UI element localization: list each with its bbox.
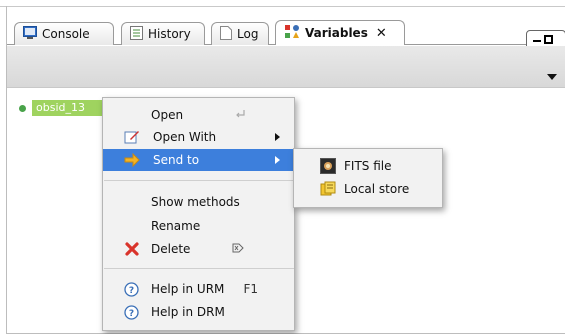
console-icon <box>23 26 37 42</box>
maximize-icon[interactable] <box>544 34 553 44</box>
open-with-icon <box>123 129 140 145</box>
submenu-item-label: Local store <box>344 182 410 196</box>
tab-variables-label: Variables <box>305 26 368 40</box>
menu-item-label: Open <box>151 108 184 122</box>
tab-strip: Console History Log Variables ✕ <box>7 20 565 45</box>
variables-icon <box>284 24 300 43</box>
menu-item-open-with[interactable]: Open With <box>103 126 294 148</box>
menu-item-label: Help in DRM <box>151 305 225 319</box>
menu-item-label: Open With <box>153 130 217 144</box>
menu-item-rename[interactable]: Rename <box>103 215 294 237</box>
status-dot-icon <box>19 104 26 112</box>
close-icon[interactable]: ✕ <box>376 26 387 41</box>
history-icon <box>130 25 143 43</box>
tab-variables[interactable]: Variables ✕ <box>275 20 405 45</box>
submenu-item-label: FITS file <box>344 159 392 173</box>
chevron-right-icon <box>275 156 280 164</box>
tab-history[interactable]: History <box>121 22 205 45</box>
log-icon <box>220 25 232 43</box>
view-menu-chevron-down-icon[interactable] <box>547 74 557 80</box>
menu-item-help-in-drm[interactable]: ? Help in DRM <box>103 301 294 323</box>
menu-item-open[interactable]: Open <box>103 104 294 126</box>
menu-separator <box>104 268 294 269</box>
chevron-right-icon <box>275 133 280 141</box>
context-menu: Open Open With Send to Show methods Rena… <box>102 97 295 331</box>
minimize-icon[interactable] <box>533 40 541 42</box>
menu-item-label: Show methods <box>151 195 240 209</box>
tab-console[interactable]: Console <box>14 22 114 45</box>
variables-view: Console History Log Variables ✕ obsid_13… <box>0 0 565 334</box>
submenu-item-local-store[interactable]: Local store <box>294 178 442 200</box>
menu-item-show-methods[interactable]: Show methods <box>103 191 294 213</box>
delete-icon <box>123 241 140 257</box>
send-to-submenu: FITS file Local store <box>293 148 443 208</box>
help-icon: ? <box>123 281 140 297</box>
top-divider <box>0 6 565 7</box>
menu-item-send-to[interactable]: Send to <box>103 149 294 171</box>
menu-separator <box>104 180 294 181</box>
local-store-icon <box>320 181 336 197</box>
open-icon <box>234 108 246 123</box>
delete-key-icon <box>232 242 244 256</box>
menu-item-label: Rename <box>151 219 201 233</box>
menu-item-delete[interactable]: Delete <box>103 238 294 260</box>
tab-console-label: Console <box>42 27 90 41</box>
svg-text:?: ? <box>129 309 134 319</box>
tab-log[interactable]: Log <box>211 22 269 45</box>
submenu-item-fits-file[interactable]: FITS file <box>294 155 442 177</box>
fits-file-icon <box>320 158 336 174</box>
svg-text:?: ? <box>129 286 134 296</box>
view-toolbar <box>7 46 565 88</box>
send-to-arrow-icon <box>123 152 140 168</box>
menu-item-label: Send to <box>153 153 200 167</box>
help-icon: ? <box>123 304 140 320</box>
menu-item-label: Help in URM <box>151 282 225 296</box>
menu-item-help-in-urm[interactable]: ? Help in URM F1 <box>103 278 294 300</box>
menu-item-label: Delete <box>151 242 191 256</box>
menu-item-shortcut: F1 <box>243 282 258 296</box>
tab-log-label: Log <box>237 27 259 41</box>
tab-history-label: History <box>148 27 191 41</box>
